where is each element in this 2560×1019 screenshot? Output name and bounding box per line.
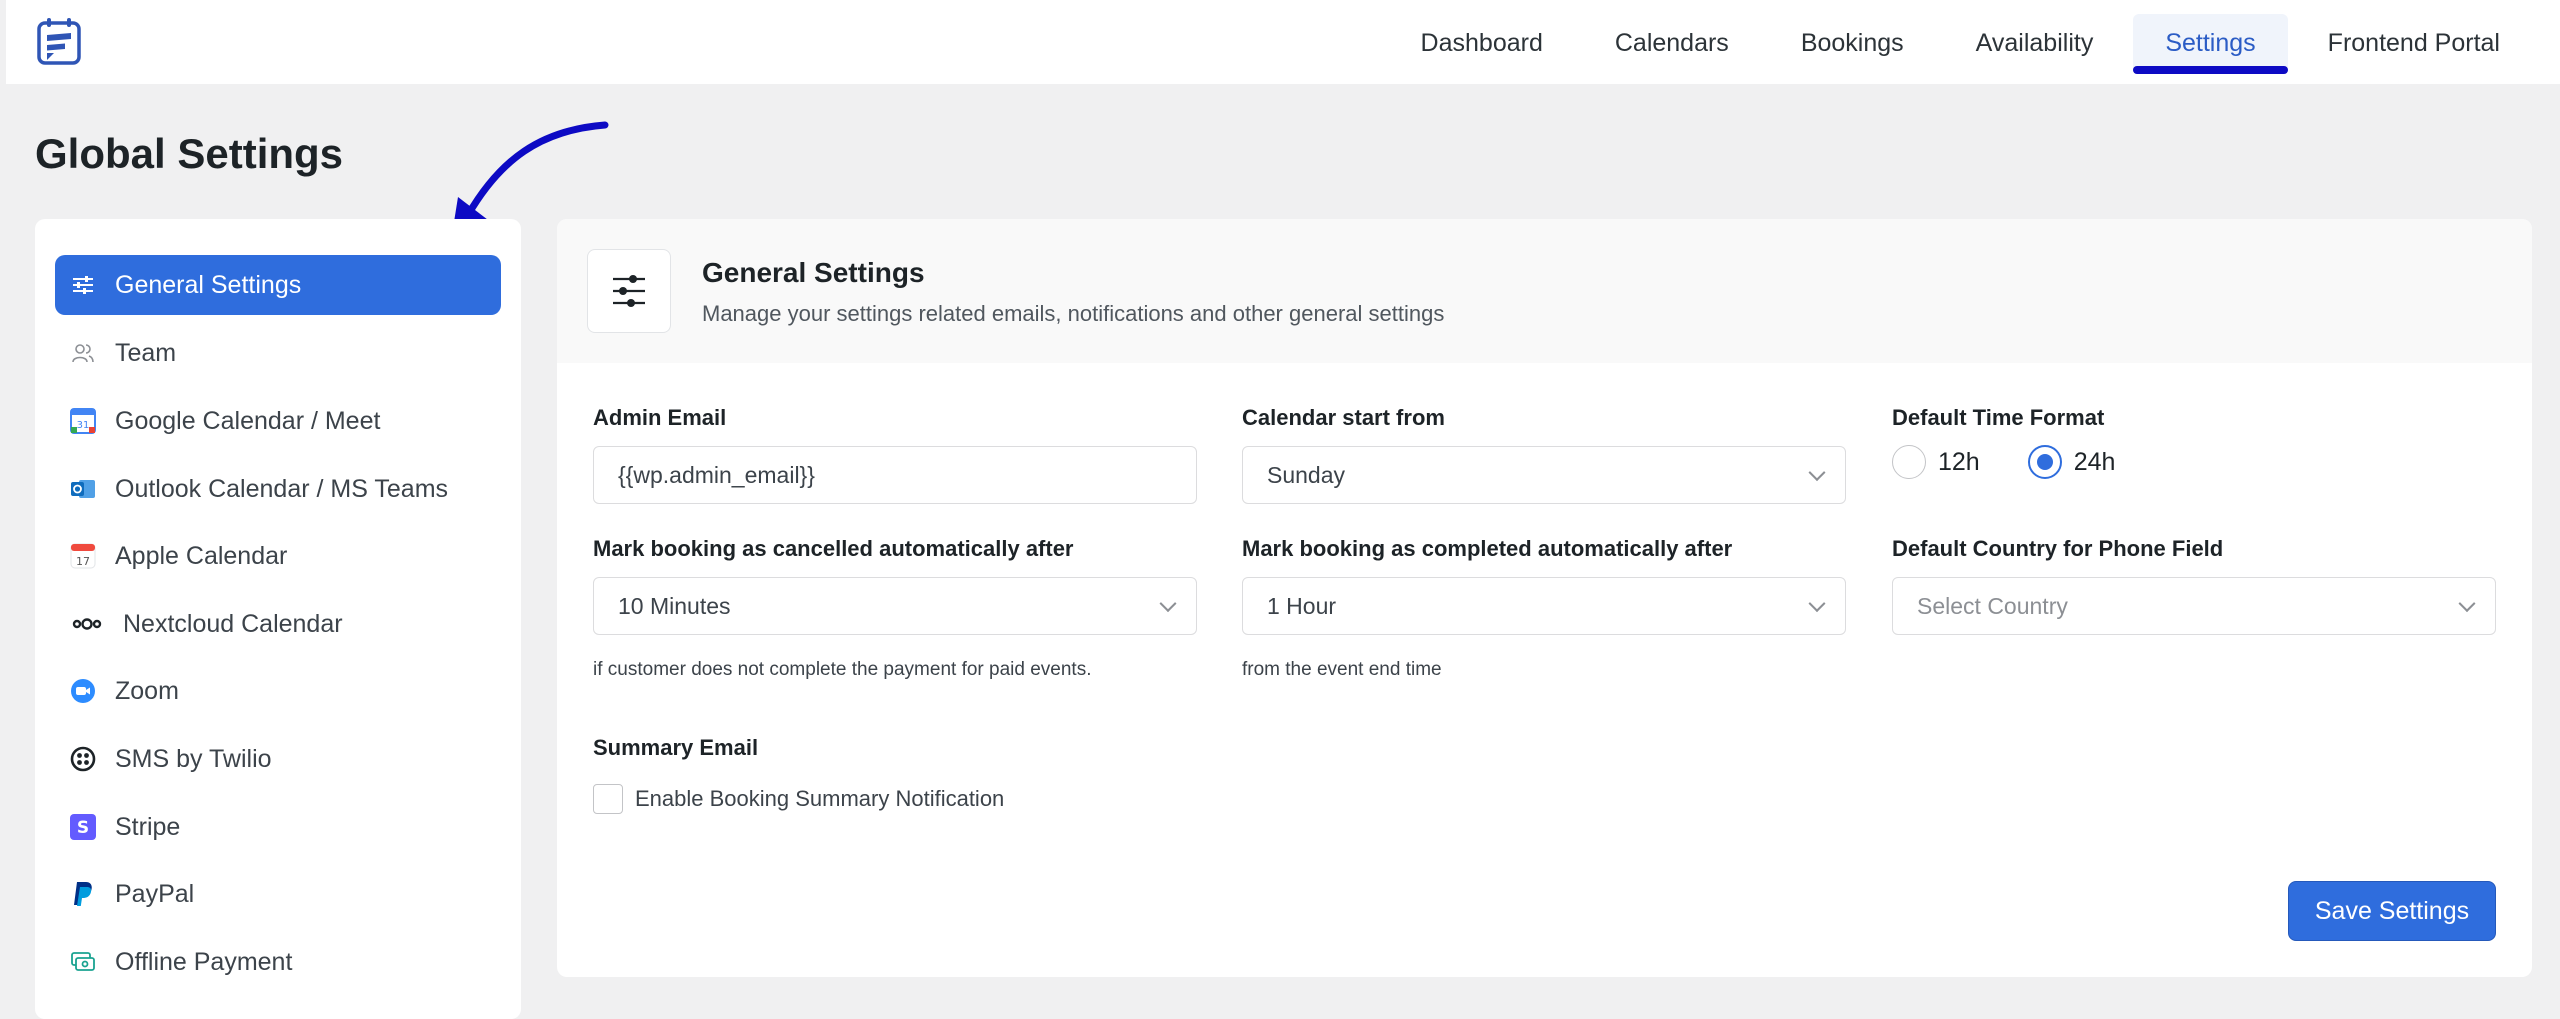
save-settings-button[interactable]: Save Settings xyxy=(2288,881,2496,941)
summary-email-label: Summary Email xyxy=(593,735,759,760)
time-format-label: Default Time Format xyxy=(1892,405,2105,430)
sidebar-item-team[interactable]: Team xyxy=(55,323,501,383)
radio-24h[interactable] xyxy=(2027,445,2062,479)
sidebar-item-outlook[interactable]: Outlook Calendar / MS Teams xyxy=(55,459,501,519)
nav-settings[interactable]: Settings xyxy=(2133,14,2288,74)
panel-title: General Settings xyxy=(702,257,925,288)
summary-email-checkbox-label[interactable]: Enable Booking Summary Notification xyxy=(635,786,1004,812)
sliders-icon xyxy=(587,249,671,333)
sidebar-item-nextcloud[interactable]: Nextcloud Calendar xyxy=(55,594,501,654)
cancel-after-hint: if customer does not complete the paymen… xyxy=(593,659,1092,680)
panel-subtitle: Manage your settings related emails, not… xyxy=(702,301,1445,326)
chevron-down-icon xyxy=(2458,595,2476,613)
nextcloud-icon xyxy=(69,610,105,638)
sidebar-item-paypal[interactable]: PayPal xyxy=(55,864,501,924)
summary-email-checkbox-row: Enable Booking Summary Notification xyxy=(593,784,1004,814)
active-nav-underline xyxy=(2133,66,2288,74)
app-logo-icon[interactable] xyxy=(34,16,86,68)
nav-bookings[interactable]: Bookings xyxy=(1769,14,1936,72)
svg-text:31: 31 xyxy=(77,420,90,431)
sidebar-item-twilio[interactable]: SMS by Twilio xyxy=(55,729,501,789)
twilio-icon xyxy=(69,745,97,773)
outlook-icon xyxy=(69,475,97,503)
cancel-after-label: Mark booking as cancelled automatically … xyxy=(593,536,1074,561)
sidebar-item-apple-calendar[interactable]: 17 Apple Calendar xyxy=(55,526,501,586)
summary-email-checkbox[interactable] xyxy=(593,784,623,814)
complete-after-hint: from the event end time xyxy=(1242,659,1442,680)
nav-calendars[interactable]: Calendars xyxy=(1583,14,1761,72)
nav-frontend-portal[interactable]: Frontend Portal xyxy=(2296,14,2532,72)
radio-12h-label: 12h xyxy=(1938,447,1980,476)
time-format-radio-group: 12h 24h xyxy=(1892,445,2163,479)
sidebar-item-zoom[interactable]: Zoom xyxy=(55,661,501,721)
stripe-icon: S xyxy=(69,813,97,841)
svg-text:S: S xyxy=(77,818,89,838)
chevron-down-icon xyxy=(1159,595,1177,613)
page-title: Global Settings xyxy=(35,130,344,177)
nav-availability[interactable]: Availability xyxy=(1944,14,2126,72)
sidebar-item-google-calendar[interactable]: 31 Google Calendar / Meet xyxy=(55,391,501,451)
paypal-icon xyxy=(69,880,97,908)
admin-email-input[interactable]: {{wp.admin_email}} xyxy=(593,446,1197,504)
svg-text:17: 17 xyxy=(76,555,90,568)
top-navigation-bar: Dashboard Calendars Bookings Availabilit… xyxy=(6,0,2560,84)
google-calendar-icon: 31 xyxy=(69,407,97,435)
sliders-icon xyxy=(69,271,97,299)
cancel-after-select[interactable]: 10 Minutes xyxy=(593,577,1197,635)
admin-email-label: Admin Email xyxy=(593,405,727,430)
chevron-down-icon xyxy=(1808,595,1826,613)
team-icon xyxy=(69,339,97,367)
calendar-start-select[interactable]: Sunday xyxy=(1242,446,1846,504)
radio-12h[interactable] xyxy=(1892,445,1926,479)
main-nav: Dashboard Calendars Bookings Availabilit… xyxy=(1389,14,2532,74)
nav-dashboard[interactable]: Dashboard xyxy=(1389,14,1575,72)
complete-after-label: Mark booking as completed automatically … xyxy=(1242,536,1733,561)
complete-after-select[interactable]: 1 Hour xyxy=(1242,577,1846,635)
radio-24h-label: 24h xyxy=(2073,447,2116,476)
sidebar-item-stripe[interactable]: S Stripe xyxy=(55,797,501,857)
general-settings-panel: General Settings Manage your settings re… xyxy=(557,219,2532,977)
zoom-icon xyxy=(69,677,97,705)
sidebar-item-general-settings[interactable]: General Settings xyxy=(55,255,501,315)
panel-header: General Settings Manage your settings re… xyxy=(557,219,2532,363)
phone-country-label: Default Country for Phone Field xyxy=(1892,536,2224,561)
sidebar-item-offline-payment[interactable]: Offline Payment xyxy=(55,932,501,992)
calendar-start-label: Calendar start from xyxy=(1242,405,1445,430)
apple-calendar-icon: 17 xyxy=(69,542,97,570)
chevron-down-icon xyxy=(1808,464,1826,482)
settings-sidebar: General Settings Team 31 Google Calendar… xyxy=(35,219,521,1019)
offline-payment-icon xyxy=(69,948,97,976)
phone-country-select[interactable]: Select Country xyxy=(1892,577,2496,635)
